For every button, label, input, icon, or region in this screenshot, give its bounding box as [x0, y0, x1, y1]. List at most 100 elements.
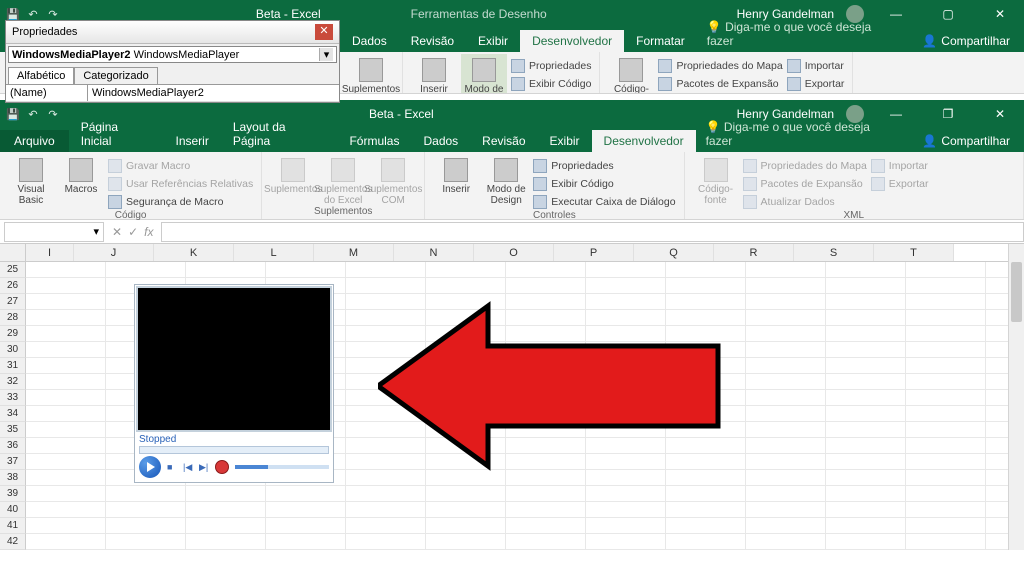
row-header[interactable]: 42 [0, 534, 26, 550]
redo-icon[interactable]: ↷ [46, 7, 60, 21]
row-header[interactable]: 28 [0, 310, 26, 326]
chevron-down-icon[interactable]: ▾ [319, 48, 333, 61]
insert-control-button[interactable]: Inserir [411, 54, 457, 94]
tab-formatar[interactable]: Formatar [624, 30, 697, 52]
undo-icon[interactable]: ↶ [26, 107, 40, 121]
col-header[interactable]: T [874, 244, 954, 261]
xml-source-button[interactable]: Código- [608, 54, 654, 94]
map-props-button[interactable]: Propriedades do Mapa [743, 157, 867, 174]
formula-input[interactable] [161, 222, 1024, 242]
export-button[interactable]: Exportar [871, 175, 929, 192]
col-header[interactable]: M [314, 244, 394, 261]
row-cells[interactable] [26, 534, 1024, 550]
row-header[interactable]: 39 [0, 486, 26, 502]
row-header[interactable]: 30 [0, 342, 26, 358]
tellme[interactable]: 💡 Diga-me o que você deseja fazer [696, 116, 909, 152]
share-button[interactable]: 👤 Compartilhar [908, 130, 1024, 152]
properties-button[interactable]: Propriedades [511, 57, 591, 74]
save-icon[interactable]: 💾 [6, 7, 20, 21]
tab-developer[interactable]: Desenvolvedor [592, 130, 696, 152]
col-header[interactable]: L [234, 244, 314, 261]
play-button[interactable] [139, 456, 161, 478]
com-addins-button[interactable]: Suplementos COM [370, 154, 416, 206]
col-header[interactable]: I [26, 244, 74, 261]
addins-button[interactable]: Suplementos [270, 154, 316, 195]
row-header[interactable]: 33 [0, 390, 26, 406]
fx-icon[interactable]: fx [144, 225, 153, 239]
prev-icon[interactable]: |◀ [183, 462, 193, 472]
insert-control-button[interactable]: Inserir [433, 154, 479, 195]
tab-view[interactable]: Exibir [538, 130, 592, 152]
expansion-button[interactable]: Pacotes de Expansão [743, 175, 867, 192]
row-cells[interactable] [26, 262, 1024, 278]
seek-bar[interactable] [139, 446, 329, 454]
close-icon[interactable]: ✕ [315, 24, 333, 40]
relative-ref-button[interactable]: Usar Referências Relativas [108, 175, 253, 192]
redo-icon[interactable]: ↷ [46, 107, 60, 121]
cancel-icon[interactable]: ✕ [112, 225, 122, 239]
tab-categorized[interactable]: Categorizado [74, 67, 157, 84]
row-header[interactable]: 38 [0, 470, 26, 486]
xml-source-button[interactable]: Código-fonte [693, 154, 739, 206]
save-icon[interactable]: 💾 [6, 107, 20, 121]
row-header[interactable]: 32 [0, 374, 26, 390]
macros-button[interactable]: Macros [58, 154, 104, 195]
col-header[interactable]: S [794, 244, 874, 261]
record-macro-button[interactable]: Gravar Macro [108, 157, 253, 174]
refresh-button[interactable]: Atualizar Dados [743, 193, 867, 210]
run-dialog-button[interactable]: Executar Caixa de Diálogo [533, 193, 675, 210]
name-box[interactable]: ▾ [4, 222, 104, 242]
enter-icon[interactable]: ✓ [128, 225, 138, 239]
col-header[interactable]: N [394, 244, 474, 261]
view-code-button[interactable]: Exibir Código [511, 75, 591, 92]
macro-security-button[interactable]: Segurança de Macro [108, 193, 253, 210]
view-code-button[interactable]: Exibir Código [533, 175, 675, 192]
media-player-object[interactable]: Stopped ■ |◀ ▶| [134, 284, 334, 483]
next-icon[interactable]: ▶| [199, 462, 209, 472]
tab-revisao[interactable]: Revisão [399, 30, 466, 52]
tab-desenvolvedor[interactable]: Desenvolvedor [520, 30, 624, 52]
volume-slider[interactable] [235, 465, 329, 469]
restore-icon[interactable]: ❐ [928, 100, 968, 128]
col-header[interactable]: O [474, 244, 554, 261]
design-mode-button[interactable]: Modo de [461, 54, 507, 94]
tab-layout[interactable]: Layout da Página [221, 116, 338, 152]
row-header[interactable]: 37 [0, 454, 26, 470]
prop-row-name[interactable]: (Name) WindowsMediaPlayer2 [6, 85, 339, 102]
row-cells[interactable] [26, 502, 1024, 518]
design-mode-button[interactable]: Modo de Design [483, 154, 529, 206]
row-header[interactable]: 26 [0, 278, 26, 294]
close-icon[interactable]: ✕ [980, 0, 1020, 28]
object-selector[interactable]: WindowsMediaPlayer2 WindowsMediaPlayer ▾ [8, 46, 337, 63]
expansion-button[interactable]: Pacotes de Expansão [658, 75, 782, 92]
row-cells[interactable] [26, 486, 1024, 502]
tab-data[interactable]: Dados [411, 130, 470, 152]
col-header[interactable]: J [74, 244, 154, 261]
import-button[interactable]: Importar [871, 157, 929, 174]
row-cells[interactable] [26, 518, 1024, 534]
file-tab[interactable]: Arquivo [0, 130, 69, 152]
undo-icon[interactable]: ↶ [26, 7, 40, 21]
tab-review[interactable]: Revisão [470, 130, 537, 152]
tab-dados[interactable]: Dados [340, 30, 399, 52]
share-button[interactable]: 👤 Compartilhar [908, 30, 1024, 52]
mute-icon[interactable] [215, 460, 229, 474]
maximize-icon[interactable]: ▢ [928, 0, 968, 28]
row-header[interactable]: 25 [0, 262, 26, 278]
row-header[interactable]: 36 [0, 438, 26, 454]
row-header[interactable]: 40 [0, 502, 26, 518]
row-header[interactable]: 35 [0, 422, 26, 438]
select-all-corner[interactable] [0, 244, 26, 261]
tellme[interactable]: 💡 Diga-me o que você deseja fazer [697, 16, 909, 52]
excel-addins-button[interactable]: Suplementos do Excel [320, 154, 366, 206]
worksheet[interactable]: I J K L M N O P Q R S T 2526272829303132… [0, 244, 1024, 550]
tab-home[interactable]: Página Inicial [69, 116, 164, 152]
import-button[interactable]: Importar [787, 57, 845, 74]
col-header[interactable]: P [554, 244, 634, 261]
close-icon[interactable]: ✕ [980, 100, 1020, 128]
col-header[interactable]: Q [634, 244, 714, 261]
map-props-button[interactable]: Propriedades do Mapa [658, 57, 782, 74]
row-header[interactable]: 34 [0, 406, 26, 422]
stop-icon[interactable]: ■ [167, 462, 177, 472]
addins-button[interactable]: Suplementos [348, 54, 394, 94]
